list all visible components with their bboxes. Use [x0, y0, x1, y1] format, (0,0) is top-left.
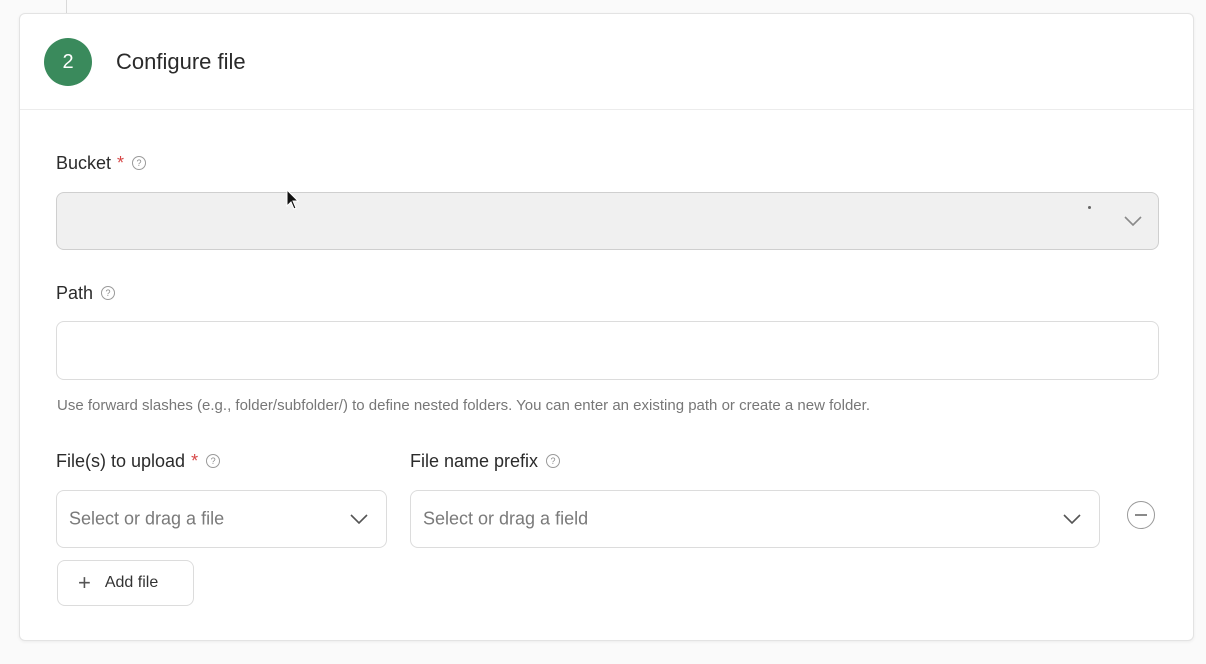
step-number-badge: 2 [44, 38, 92, 86]
card-title: Configure file [116, 49, 246, 74]
path-hint: Use forward slashes (e.g., folder/subfol… [57, 397, 870, 414]
plus-icon: + [78, 570, 91, 595]
files-label: File(s) to upload [56, 451, 186, 471]
prefix-label-row: File name prefix ? [410, 450, 561, 472]
file-select-placeholder: Select or drag a file [69, 508, 225, 529]
question-circle-icon[interactable]: ? [101, 286, 116, 300]
question-circle-icon[interactable]: ? [546, 454, 561, 468]
bucket-select[interactable] [56, 192, 1159, 250]
remove-file-row-button[interactable] [1127, 501, 1155, 529]
path-label-row: Path ? [56, 282, 116, 304]
add-file-label: Add file [104, 574, 159, 591]
path-label: Path [56, 283, 94, 303]
configure-file-card: 2 Configure file Bucket * ? Path ? Use f… [19, 13, 1194, 641]
minus-circle-icon [1135, 514, 1147, 516]
prefix-select[interactable]: Select or drag a field [410, 490, 1100, 548]
step-connector-line [66, 0, 67, 14]
mouse-cursor-icon [286, 189, 300, 210]
bucket-label: Bucket [56, 153, 112, 173]
bucket-label-row: Bucket * ? [56, 152, 147, 174]
question-circle-icon[interactable]: ? [206, 454, 221, 468]
chevron-down-icon [1124, 216, 1142, 226]
prefix-label: File name prefix [410, 451, 539, 471]
files-label-row: File(s) to upload * ? [56, 450, 221, 472]
chevron-down-icon [1063, 514, 1081, 524]
chevron-down-icon [350, 514, 368, 524]
card-header: 2 Configure file [20, 14, 1193, 110]
file-select[interactable]: Select or drag a file [56, 490, 387, 548]
required-asterisk: * [117, 153, 125, 173]
question-circle-icon[interactable]: ? [132, 156, 147, 170]
path-input[interactable] [56, 321, 1159, 380]
prefix-select-placeholder: Select or drag a field [423, 508, 589, 529]
required-asterisk: * [191, 451, 199, 471]
decorative-dot [1088, 206, 1091, 209]
add-file-button[interactable]: + Add file [57, 560, 194, 606]
